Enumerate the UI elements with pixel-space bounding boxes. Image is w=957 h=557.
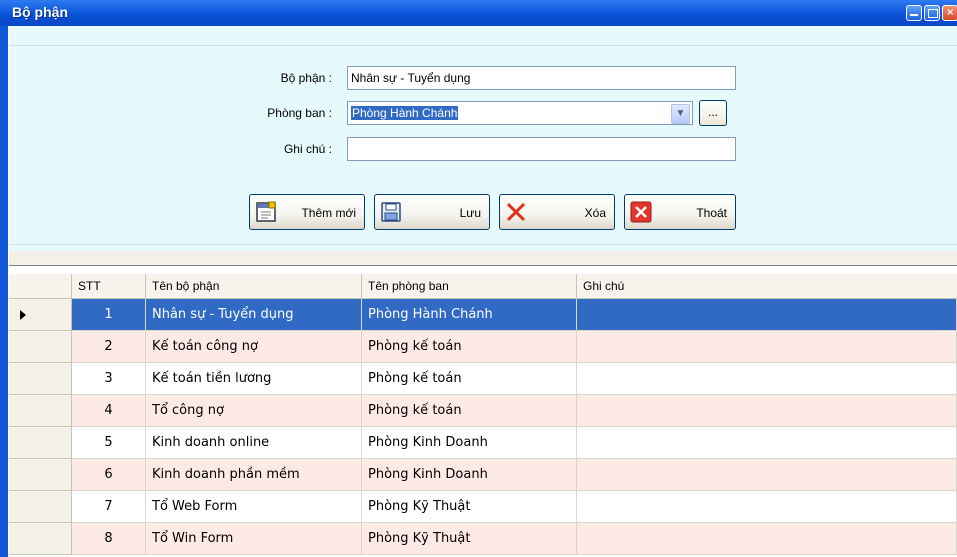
table-row[interactable]: 7 Tổ Web Form Phòng Kỹ Thuật [9,491,957,523]
cell-dept[interactable]: Phòng Kỹ Thuật [362,491,577,523]
cell-stt[interactable]: 5 [72,427,146,459]
table-row[interactable]: 6 Kinh doanh phần mềm Phòng Kinh Doanh [9,459,957,491]
table-row[interactable]: 3 Kế toán tiền lương Phòng kế toán [9,363,957,395]
divider [9,244,957,245]
row-header[interactable] [9,523,72,555]
cell-dept[interactable]: Phòng Kỹ Thuật [362,523,577,555]
grid-top-band [9,251,957,265]
phongban-label: Phòng ban : [267,106,332,120]
row-header-corner [9,274,72,298]
divider [9,45,957,46]
red-x-icon [506,202,526,222]
floppy-disk-icon [381,202,401,222]
bophan-value: Nhân sự - Tuyển dụng [351,71,471,85]
chevron-down-icon[interactable]: ▼ [671,104,690,124]
window: Bộ phận × Bộ phận : Nhân sự - Tuyển dụng… [0,0,957,557]
ghichu-label: Ghi chú : [283,142,332,156]
row-header[interactable] [9,299,72,331]
cell-dept[interactable]: Phòng kế toán [362,395,577,427]
save-button[interactable]: Lưu [374,194,490,230]
cell-name[interactable]: Tổ công nợ [146,395,362,427]
row-header[interactable] [9,395,72,427]
delete-button[interactable]: Xóa [499,194,615,230]
phongban-combo[interactable]: Phòng Hành Chánh ▼ [347,101,693,125]
minimize-icon [910,9,918,16]
title-bar[interactable]: Bộ phận × [0,0,957,26]
row-header[interactable] [9,491,72,523]
cell-note[interactable] [577,331,957,363]
cell-name[interactable]: Kinh doanh online [146,427,362,459]
cell-stt[interactable]: 7 [72,491,146,523]
close-icon: × [946,7,955,18]
close-box-icon [630,201,652,223]
current-row-pointer-icon [20,310,26,320]
column-header-stt[interactable]: STT [72,274,146,298]
window-border [0,0,8,557]
cell-stt[interactable]: 2 [72,331,146,363]
bophan-input[interactable]: Nhân sự - Tuyển dụng [347,66,736,90]
grid-header: STT Tên bộ phận Tên phòng ban Ghi chú [9,274,957,299]
cell-note[interactable] [577,491,957,523]
exit-button-label: Thoát [696,206,727,220]
table-row[interactable]: 1 Nhân sự - Tuyển dụng Phòng Hành Chánh [9,299,957,331]
row-header[interactable] [9,459,72,491]
table-row[interactable]: 2 Kế toán công nợ Phòng kế toán [9,331,957,363]
cell-dept[interactable]: Phòng Kinh Doanh [362,427,577,459]
delete-button-label: Xóa [584,206,606,220]
cell-stt[interactable]: 3 [72,363,146,395]
cell-dept[interactable]: Phòng kế toán [362,331,577,363]
table-row[interactable]: 5 Kinh doanh online Phòng Kinh Doanh [9,427,957,459]
cell-name[interactable]: Kinh doanh phần mềm [146,459,362,491]
table-row[interactable]: 4 Tổ công nợ Phòng kế toán [9,395,957,427]
ghichu-input[interactable] [347,137,736,161]
cell-name[interactable]: Nhân sự - Tuyển dụng [146,299,362,331]
minimize-button[interactable] [906,5,922,21]
maximize-icon [928,9,938,18]
bophan-label: Bộ phận : [280,71,332,85]
cell-stt[interactable]: 8 [72,523,146,555]
row-header[interactable] [9,331,72,363]
close-button[interactable]: × [942,5,957,21]
exit-button[interactable]: Thoát [624,194,736,230]
data-grid[interactable]: STT Tên bộ phận Tên phòng ban Ghi chú 1N… [9,265,957,557]
cell-name[interactable]: Tổ Web Form [146,491,362,523]
save-button-label: Lưu [459,206,481,220]
cell-note[interactable] [577,395,957,427]
browse-button[interactable]: ... [699,100,727,126]
cell-note[interactable] [577,459,957,491]
add-button-label: Thêm mới [301,206,356,220]
table-row[interactable]: 8 Tổ Win Form Phòng Kỹ Thuật [9,523,957,555]
phongban-value: Phòng Hành Chánh [351,106,459,120]
cell-name[interactable]: Kế toán tiền lương [146,363,362,395]
row-header[interactable] [9,427,72,459]
cell-note[interactable] [577,363,957,395]
cell-note[interactable] [577,299,957,331]
column-header-name[interactable]: Tên bộ phận [146,274,362,298]
cell-dept[interactable]: Phòng kế toán [362,363,577,395]
cell-dept[interactable]: Phòng Kinh Doanh [362,459,577,491]
new-document-icon [256,201,276,222]
cell-name[interactable]: Kế toán công nợ [146,331,362,363]
cell-note[interactable] [577,523,957,555]
cell-stt[interactable]: 6 [72,459,146,491]
column-header-note[interactable]: Ghi chú [577,274,957,298]
cell-stt[interactable]: 1 [72,299,146,331]
cell-stt[interactable]: 4 [72,395,146,427]
column-header-dept[interactable]: Tên phòng ban [362,274,577,298]
cell-dept[interactable]: Phòng Hành Chánh [362,299,577,331]
window-title: Bộ phận [12,4,68,20]
cell-name[interactable]: Tổ Win Form [146,523,362,555]
cell-note[interactable] [577,427,957,459]
add-button[interactable]: Thêm mới [249,194,365,230]
maximize-button[interactable] [924,5,940,21]
row-header[interactable] [9,363,72,395]
